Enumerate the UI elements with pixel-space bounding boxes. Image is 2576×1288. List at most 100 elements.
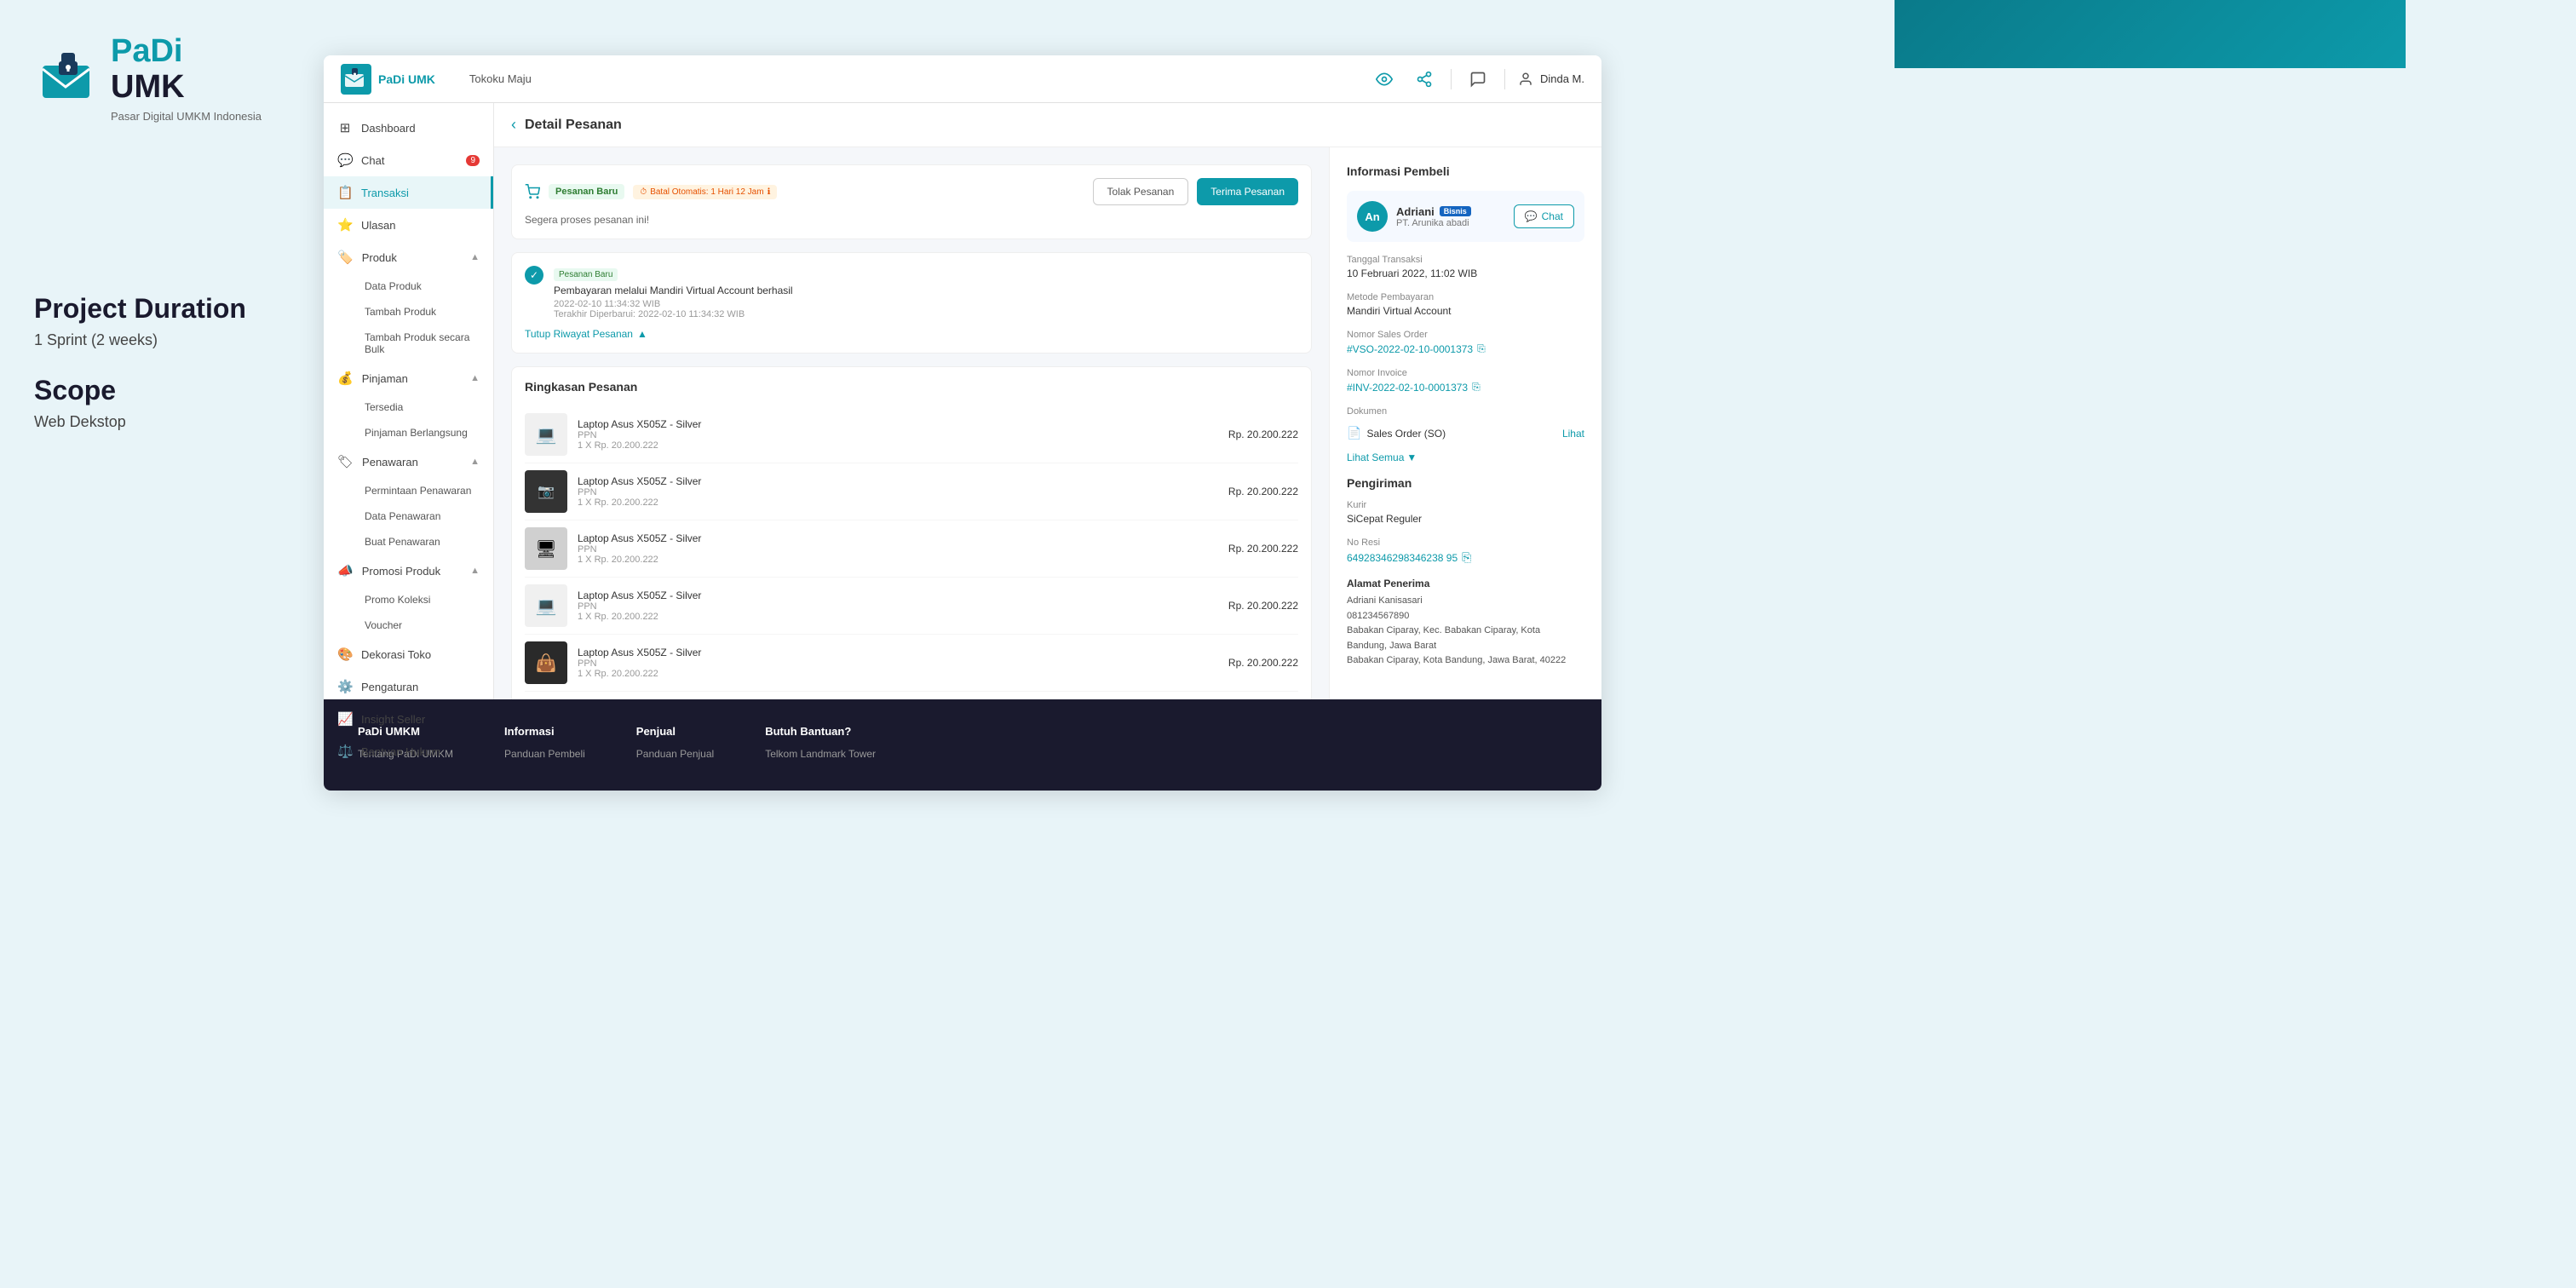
footer-info-item-1[interactable]: Panduan Pembeli bbox=[504, 748, 585, 760]
sidebar-item-transaksi[interactable]: 📋 Transaksi bbox=[324, 176, 493, 209]
product-name-3: Laptop Asus X505Z - Silver bbox=[578, 532, 1218, 544]
buyer-details: Adriani Bisnis PT. Arunika abadi bbox=[1396, 205, 1505, 228]
accept-button[interactable]: Terima Pesanan bbox=[1197, 178, 1298, 205]
payment-method-label: Metode Pembayaran bbox=[1347, 292, 1584, 302]
sales-order-label: Nomor Sales Order bbox=[1347, 330, 1584, 340]
share-icon[interactable] bbox=[1411, 66, 1438, 93]
copy-so-icon[interactable]: ⎘ bbox=[1477, 342, 1486, 355]
back-button[interactable]: ‹ bbox=[511, 116, 516, 134]
brand-icon bbox=[34, 44, 102, 112]
see-all-docs[interactable]: Lihat Semua ▼ bbox=[1347, 451, 1584, 463]
invoice-link[interactable]: #INV-2022-02-10-0001373 ⎘ bbox=[1347, 381, 1584, 394]
topbar-brand: PaDi UMK bbox=[378, 72, 435, 86]
sales-order-section: Nomor Sales Order #VSO-2022-02-10-000137… bbox=[1347, 330, 1584, 355]
sidebar-item-dekorasi[interactable]: 🎨 Dekorasi Toko bbox=[324, 638, 493, 670]
sidebar-label-pinjaman: Pinjaman bbox=[362, 372, 408, 385]
footer-help-title: Butuh Bantuan? bbox=[765, 725, 876, 738]
sidebar-label-dashboard: Dashboard bbox=[361, 122, 416, 135]
footer-help-item-1[interactable]: Telkom Landmark Tower bbox=[765, 748, 876, 760]
sidebar-item-tambah-bulk[interactable]: Tambah Produk secara Bulk bbox=[351, 325, 493, 362]
address-text: Adriani Kanisasari 081234567890 Babakan … bbox=[1347, 594, 1584, 669]
timer-icon: ⏱ bbox=[640, 187, 647, 197]
shipping-section: Pengiriman Kurir SiCepat Reguler No Resi… bbox=[1347, 476, 1584, 669]
project-info: Project Duration 1 Sprint (2 weeks) Scop… bbox=[34, 293, 324, 431]
chat-nav-icon: 💬 bbox=[337, 152, 353, 168]
sidebar-item-dashboard[interactable]: ⊞ Dashboard bbox=[324, 112, 493, 144]
chat-icon[interactable] bbox=[1464, 66, 1492, 93]
cart-icon bbox=[525, 184, 540, 199]
transaction-date-value: 10 Februari 2022, 11:02 WIB bbox=[1347, 267, 1584, 279]
main-layout: ⊞ Dashboard 💬 Chat 9 📋 Transaksi ⭐ Ulasa… bbox=[324, 103, 1601, 699]
sidebar-item-promosi[interactable]: 📣 Promosi Produk ▲ bbox=[324, 555, 493, 587]
product-item-2: 📷 Laptop Asus X505Z - Silver PPN 1 X Rp.… bbox=[525, 463, 1298, 520]
eye-icon[interactable] bbox=[1371, 66, 1398, 93]
footer-info-title: Informasi bbox=[504, 725, 585, 738]
sidebar-label-penawaran: Penawaran bbox=[362, 456, 418, 469]
sidebar-item-data-produk[interactable]: Data Produk bbox=[351, 273, 493, 299]
product-price-3: Rp. 20.200.222 bbox=[1228, 543, 1298, 555]
product-item-3: 🖥 Laptop Asus X505Z - Silver PPN 1 X Rp.… bbox=[525, 520, 1298, 578]
sidebar-label-produk: Produk bbox=[362, 251, 397, 264]
doc-view-btn[interactable]: Lihat bbox=[1562, 428, 1584, 440]
sidebar-item-voucher[interactable]: Voucher bbox=[351, 612, 493, 638]
detail-header: ‹ Detail Pesanan bbox=[494, 103, 1601, 147]
sidebar-item-chat[interactable]: 💬 Chat 9 bbox=[324, 144, 493, 176]
brand-text: PaDi UMK Pasar Digital UMKM Indonesia bbox=[111, 34, 262, 123]
product-item-4: 💻 Laptop Asus X505Z - Silver PPN 1 X Rp.… bbox=[525, 578, 1298, 635]
sidebar-item-produk[interactable]: 🏷️ Produk ▲ bbox=[324, 241, 493, 273]
footer-col-help: Butuh Bantuan? Telkom Landmark Tower bbox=[765, 725, 876, 765]
sidebar-item-tersedia[interactable]: Tersedia bbox=[351, 394, 493, 420]
sidebar-item-pengaturan[interactable]: ⚙️ Pengaturan bbox=[324, 670, 493, 703]
content-area: ‹ Detail Pesanan Pesa bbox=[494, 103, 1601, 699]
app-window: PaDi UMK Tokoku Maju bbox=[324, 55, 1601, 791]
insight-icon: 📈 bbox=[337, 711, 353, 727]
copy-inv-icon[interactable]: ⎘ bbox=[1472, 381, 1481, 394]
topbar-divider2 bbox=[1504, 69, 1505, 89]
product-img-2: 📷 bbox=[525, 470, 567, 513]
sidebar-item-ulasan[interactable]: ⭐ Ulasan bbox=[324, 209, 493, 241]
scope-value: Web Dekstop bbox=[34, 413, 324, 431]
penawaran-chevron: ▲ bbox=[470, 457, 480, 467]
sales-order-link[interactable]: #VSO-2022-02-10-0001373 ⎘ bbox=[1347, 342, 1584, 355]
product-list: 💻 Laptop Asus X505Z - Silver PPN 1 X Rp.… bbox=[525, 406, 1298, 692]
chevron-up-icon: ▲ bbox=[637, 328, 647, 340]
product-qty-5: 1 X Rp. 20.200.222 bbox=[578, 669, 1218, 679]
brand-tagline: Pasar Digital UMKM Indonesia bbox=[111, 110, 262, 123]
order-subtitle: Segera proses pesanan ini! bbox=[525, 214, 1298, 226]
produk-icon: 🏷️ bbox=[337, 250, 354, 265]
chat-buyer-button[interactable]: 💬 Chat bbox=[1514, 204, 1574, 228]
product-item-5: 👜 Laptop Asus X505Z - Silver PPN 1 X Rp.… bbox=[525, 635, 1298, 692]
pinjaman-chevron: ▲ bbox=[470, 373, 480, 383]
timeline-date2: Terakhir Diperbarui: 2022-02-10 11:34:32… bbox=[554, 309, 1298, 319]
buyer-name: Adriani Bisnis bbox=[1396, 205, 1505, 218]
sidebar-item-insight[interactable]: 📈 Insight Seller bbox=[324, 703, 493, 735]
product-qty-1: 1 X Rp. 20.200.222 bbox=[578, 440, 1218, 451]
product-qty-2: 1 X Rp. 20.200.222 bbox=[578, 497, 1218, 508]
sidebar-item-bantuan[interactable]: ⚖️ Bantuan Hukum bbox=[324, 735, 493, 768]
product-qty-3: 1 X Rp. 20.200.222 bbox=[578, 555, 1218, 565]
sidebar-item-data-penawaran[interactable]: Data Penawaran bbox=[351, 503, 493, 529]
sidebar-item-penawaran[interactable]: 🏷 Penawaran ▲ bbox=[324, 446, 493, 478]
timeline-message: Pembayaran melalui Mandiri Virtual Accou… bbox=[554, 285, 1298, 296]
copy-resi-icon[interactable]: ⎘ bbox=[1462, 550, 1471, 565]
buyer-avatar: An bbox=[1357, 201, 1388, 232]
sidebar-item-buat-penawaran[interactable]: Buat Penawaran bbox=[351, 529, 493, 555]
doc-icon: 📄 bbox=[1347, 426, 1361, 440]
reject-button[interactable]: Tolak Pesanan bbox=[1093, 178, 1189, 205]
sidebar-item-permintaan-penawaran[interactable]: Permintaan Penawaran bbox=[351, 478, 493, 503]
docs-section: Dokumen 📄 Sales Order (SO) Lihat Lihat S… bbox=[1347, 406, 1584, 463]
topbar-store-name: Tokoku Maju bbox=[469, 72, 532, 85]
timeline-toggle[interactable]: Tutup Riwayat Pesanan ▲ bbox=[525, 328, 1298, 340]
sidebar-item-tambah-produk[interactable]: Tambah Produk bbox=[351, 299, 493, 325]
sidebar-item-promo-koleksi[interactable]: Promo Koleksi bbox=[351, 587, 493, 612]
sidebar-label-insight: Insight Seller bbox=[361, 713, 425, 726]
timeline-content: Pesanan Baru Pembayaran melalui Mandiri … bbox=[554, 266, 1298, 319]
sidebar-item-pinjaman-berlangsung[interactable]: Pinjaman Berlangsung bbox=[351, 420, 493, 446]
topbar-divider bbox=[1451, 69, 1452, 89]
footer-seller-item-1[interactable]: Panduan Penjual bbox=[636, 748, 714, 760]
produk-submenu: Data Produk Tambah Produk Tambah Produk … bbox=[324, 273, 493, 362]
product-price-2: Rp. 20.200.222 bbox=[1228, 486, 1298, 497]
sidebar-item-pinjaman[interactable]: 💰 Pinjaman ▲ bbox=[324, 362, 493, 394]
footer-col-seller: Penjual Panduan Penjual bbox=[636, 725, 714, 765]
sidebar-label-pengaturan: Pengaturan bbox=[361, 681, 418, 693]
